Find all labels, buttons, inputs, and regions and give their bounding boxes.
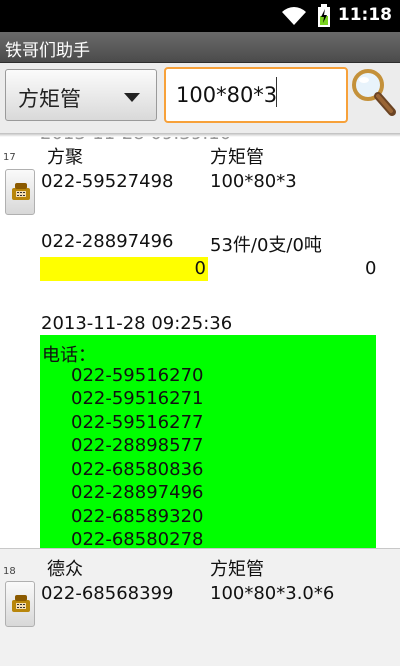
- text-cursor: [276, 77, 277, 107]
- product-name: 方矩管: [210, 559, 264, 580]
- wifi-icon: [282, 7, 306, 25]
- app-title: 铁哥们助手: [5, 41, 90, 61]
- record-timestamp: 2013-11-28 09:25:36: [41, 313, 233, 334]
- stock-bar: 0: [40, 257, 208, 281]
- status-bar: 11:18: [0, 0, 400, 32]
- call-button[interactable]: [5, 581, 35, 627]
- contact-phone: 022-28897496: [71, 482, 204, 503]
- dropdown-arrow-icon: [124, 93, 140, 102]
- phone-number: 022-68568399: [41, 583, 174, 604]
- battery-charging-icon: [318, 4, 330, 27]
- category-select-value: 方矩管: [18, 87, 81, 111]
- phone-icon: [12, 595, 30, 612]
- phone-number-secondary: 022-28897496: [41, 231, 174, 252]
- contact-box: 电话： 022-59516270 022-59516271 022-595162…: [40, 335, 376, 550]
- search-button[interactable]: [350, 67, 396, 119]
- contact-phone: 022-68589320: [71, 506, 204, 527]
- magnifier-icon: [352, 69, 396, 116]
- record-index: 17: [3, 152, 16, 163]
- spec-value: 100*80*3: [210, 171, 297, 192]
- contact-phone: 022-68580278: [71, 529, 204, 550]
- contact-phone: 022-59516270: [71, 365, 204, 386]
- stock-quantity: 53件/0支/0吨: [210, 235, 322, 256]
- call-button[interactable]: [5, 169, 35, 215]
- stock-right-value: 0: [365, 258, 377, 279]
- category-select[interactable]: 方矩管: [5, 69, 157, 121]
- record-index: 18: [3, 566, 16, 577]
- contact-phone: 022-59516271: [71, 388, 204, 409]
- phone-number: 022-59527498: [41, 171, 174, 192]
- search-input[interactable]: 100*80*3: [164, 67, 348, 123]
- search-toolbar: 方矩管 100*80*3: [0, 63, 400, 133]
- results-list[interactable]: 2013-11-28 09:39:10 17 方聚 方矩管 022-595274…: [0, 133, 400, 666]
- contact-phone: 022-28898577: [71, 435, 204, 456]
- list-item[interactable]: 18 德众 方矩管 022-68568399 100*80*3.0*6: [0, 548, 400, 666]
- phone-icon: [12, 183, 30, 200]
- contact-label: 电话：: [42, 345, 96, 366]
- stock-bar-value: 0: [194, 258, 206, 279]
- company-name: 德众: [47, 559, 83, 580]
- status-time: 11:18: [337, 5, 392, 25]
- contact-phone: 022-59516277: [71, 412, 204, 433]
- row-divider: [0, 133, 400, 137]
- contact-phone: 022-68580836: [71, 459, 204, 480]
- search-input-text: 100*80*3: [176, 83, 278, 107]
- spec-value: 100*80*3.0*6: [210, 583, 335, 604]
- product-name: 方矩管: [210, 147, 264, 168]
- company-name: 方聚: [47, 147, 83, 168]
- title-bar: 铁哥们助手: [0, 32, 400, 63]
